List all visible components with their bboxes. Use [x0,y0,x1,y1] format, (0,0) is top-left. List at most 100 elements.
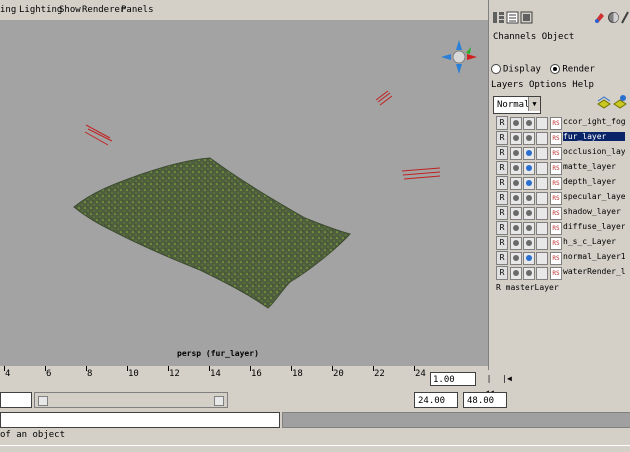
menu-options[interactable]: Options [529,80,567,90]
renderable-toggle[interactable]: R [496,146,508,160]
renderable-toggle[interactable]: R [496,116,508,130]
channel-box-icon[interactable] [492,11,505,24]
recycle-icon[interactable] [510,237,522,250]
menu-item-renderer[interactable]: Renderer [82,5,125,15]
pass-indicator-icon[interactable] [523,192,535,205]
renderable-toggle[interactable]: R [496,191,508,205]
layer-row[interactable]: R RS h_s_c_Layer [493,236,627,250]
render-settings-icon[interactable]: RS [550,177,562,190]
render-radio[interactable] [550,64,561,74]
tool-settings-icon[interactable] [520,11,533,24]
render-settings-icon[interactable]: RS [550,222,562,235]
pass-indicator-icon[interactable] [523,222,535,235]
master-layer-row[interactable]: R masterLayer [496,283,559,292]
current-time-field[interactable]: 1.00 [430,372,476,386]
render-flags-icon[interactable] [536,207,548,220]
menu-item-lighting[interactable]: Lighting [19,5,62,15]
pass-indicator-icon[interactable] [523,252,535,265]
render-settings-icon[interactable]: RS [550,117,562,130]
layer-row[interactable]: R RSwaterRender_laye [493,266,627,280]
recycle-icon[interactable] [510,267,522,280]
render-flags-icon[interactable] [536,132,548,145]
recycle-icon[interactable] [510,192,522,205]
end-time-field[interactable]: 24.00 [414,392,458,408]
recycle-icon[interactable] [510,177,522,190]
pass-indicator-icon[interactable] [523,207,535,220]
step-back-icon[interactable]: |◀ [500,372,514,386]
render-settings-icon[interactable]: RS [550,237,562,250]
range-handle-start[interactable] [38,396,48,406]
recycle-icon[interactable] [510,222,522,235]
go-to-start-icon[interactable]: |◀◀ [482,372,496,397]
pass-indicator-icon[interactable] [523,237,535,250]
render-flags-icon[interactable] [536,222,548,235]
menu-layers[interactable]: Layers [491,80,524,90]
menu-item-panels[interactable]: Panels [121,5,154,15]
create-layer-from-selected-icon[interactable] [613,94,627,110]
render-settings-icon[interactable]: RS [550,252,562,265]
end-range-field[interactable]: 48.00 [463,392,507,408]
render-flags-icon[interactable] [536,177,548,190]
recycle-icon[interactable] [510,147,522,160]
recycle-icon[interactable] [510,252,522,265]
render-settings-icon[interactable]: RS [550,207,562,220]
menu-item-show[interactable]: Show [59,5,81,15]
layer-row[interactable]: R RS matte_layer [493,161,627,175]
render-settings-icon[interactable]: RS [550,267,562,280]
render-flags-icon[interactable] [536,147,548,160]
render-flags-icon[interactable] [536,192,548,205]
chevron-down-icon[interactable]: ▼ [528,97,540,111]
renderable-toggle[interactable]: R [496,266,508,280]
create-layer-icon[interactable] [597,94,611,110]
render-flags-icon[interactable] [536,252,548,265]
pass-indicator-icon[interactable] [523,177,535,190]
range-slider[interactable] [34,392,228,408]
range-handle-end[interactable] [214,396,224,406]
render-flags-icon[interactable] [536,237,548,250]
menu-item-shading[interactable]: ing [0,5,16,15]
render-settings-icon[interactable]: RS [550,132,562,145]
layer-mode-dropdown[interactable]: Normal ▼ [493,96,541,114]
render-settings-icon[interactable]: RS [550,192,562,205]
start-range-field[interactable] [0,392,32,408]
lasso-tool-icon[interactable] [593,11,606,24]
pass-indicator-icon[interactable] [523,162,535,175]
time-slider[interactable]: 4 6 8 10 12 14 16 18 20 22 24 [0,366,426,390]
renderable-toggle[interactable]: R [496,131,508,145]
recycle-icon[interactable] [510,207,522,220]
render-flags-icon[interactable] [536,267,548,280]
recycle-icon[interactable] [510,117,522,130]
pass-indicator-icon[interactable] [523,147,535,160]
render-flags-icon[interactable] [536,162,548,175]
render-settings-icon[interactable]: RS [550,147,562,160]
layer-row[interactable]: R RSccor_ight_fog_la [493,116,627,130]
layer-row[interactable]: R RS normal_Layer1 [493,251,627,265]
renderable-toggle[interactable]: R [496,161,508,175]
renderable-toggle[interactable]: R [496,206,508,220]
tab-channels[interactable]: Channels [493,32,536,42]
layer-row[interactable]: R RS diffuse_layer [493,221,627,235]
pass-indicator-icon[interactable] [523,267,535,280]
renderable-toggle[interactable]: R [496,236,508,250]
layer-row[interactable]: R RS depth_layer [493,176,627,190]
display-radio[interactable] [491,64,501,74]
renderable-toggle[interactable]: R [496,251,508,265]
layer-row[interactable]: R RS specular_layer [493,191,627,205]
sphere-render-icon[interactable] [607,11,620,24]
command-input[interactable] [0,412,280,428]
brush-tool-icon[interactable] [621,11,629,24]
layer-row[interactable]: R RSocclusion_layer [493,146,627,160]
layer-row[interactable]: R RS shadow_layer [493,206,627,220]
render-flags-icon[interactable] [536,117,548,130]
menu-help[interactable]: Help [572,80,594,90]
render-settings-icon[interactable]: RS [550,162,562,175]
perspective-viewport[interactable]: persp (fur_layer) [0,20,488,366]
attribute-editor-icon[interactable] [506,11,519,24]
renderable-toggle[interactable]: R [496,221,508,235]
pass-indicator-icon[interactable] [523,132,535,145]
recycle-icon[interactable] [510,162,522,175]
tab-object[interactable]: Object [542,32,575,42]
pass-indicator-icon[interactable] [523,117,535,130]
renderable-toggle[interactable]: R [496,176,508,190]
recycle-icon[interactable] [510,132,522,145]
